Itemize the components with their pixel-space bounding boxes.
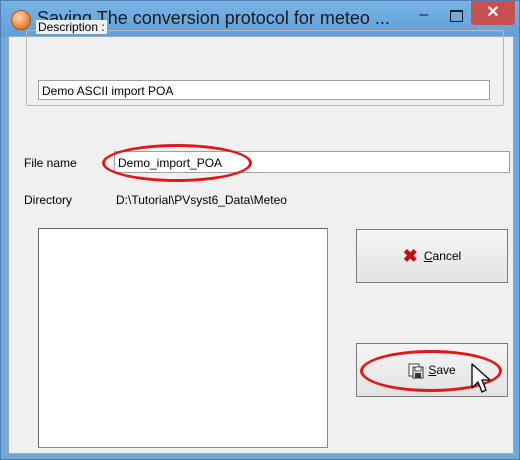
description-input[interactable]: Demo ASCII import POA — [38, 80, 490, 100]
app-icon — [11, 10, 31, 30]
maximize-button[interactable] — [443, 3, 469, 29]
file-name-highlight-oval — [102, 144, 252, 182]
maximize-icon — [449, 10, 463, 22]
cancel-x-icon: ✖ — [402, 246, 418, 266]
file-list[interactable] — [38, 228, 328, 448]
close-button[interactable]: ✕ — [471, 1, 515, 25]
cancel-label: Cancel — [423, 249, 462, 263]
minimize-button[interactable]: – — [411, 3, 437, 29]
directory-label: Directory — [24, 193, 73, 207]
description-legend: Description : — [36, 20, 107, 34]
cancel-button[interactable]: ✖ Cancel — [356, 229, 508, 283]
mouse-cursor-icon — [471, 363, 491, 393]
file-name-label: File name — [24, 156, 77, 170]
directory-path: D:\Tutorial\PVsyst6_Data\Meteo — [116, 193, 287, 207]
